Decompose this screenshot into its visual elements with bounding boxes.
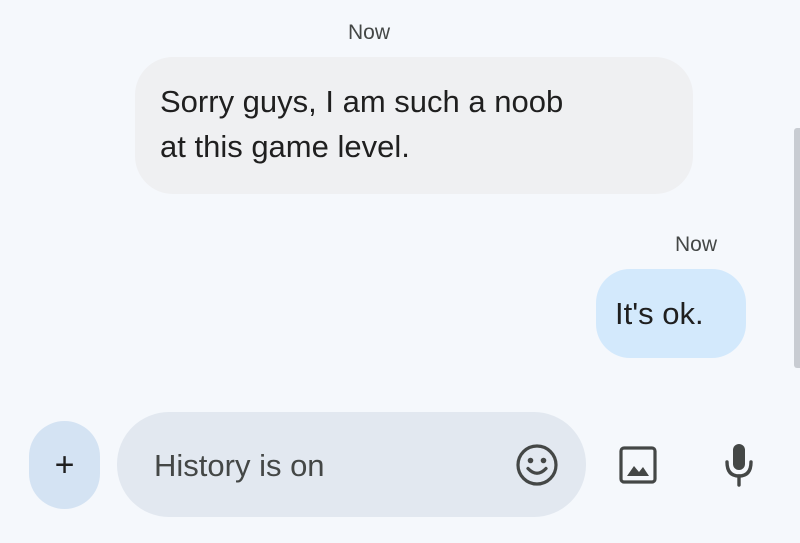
outgoing-message-bubble[interactable]: It's ok.	[596, 269, 746, 358]
emoji-button[interactable]	[514, 442, 560, 488]
add-attachment-button[interactable]: +	[29, 421, 100, 509]
emoji-icon	[516, 444, 558, 486]
image-icon	[619, 446, 657, 484]
message-input[interactable]: History is on	[117, 412, 586, 517]
message-text-line: at this game level.	[160, 129, 410, 164]
gallery-button[interactable]	[612, 441, 664, 489]
voice-input-button[interactable]	[714, 438, 764, 492]
incoming-message-bubble[interactable]: Sorry guys, I am such a noob at this gam…	[135, 57, 693, 194]
message-input-placeholder: History is on	[154, 448, 325, 483]
message-text-line: Sorry guys, I am such a noob	[160, 84, 564, 119]
microphone-icon	[725, 444, 753, 487]
message-text-line: It's ok.	[615, 296, 704, 331]
message-timestamp: Now	[348, 21, 391, 44]
scrollbar[interactable]	[794, 128, 800, 368]
message-timestamp: Now	[675, 233, 718, 256]
plus-icon: +	[54, 446, 75, 484]
